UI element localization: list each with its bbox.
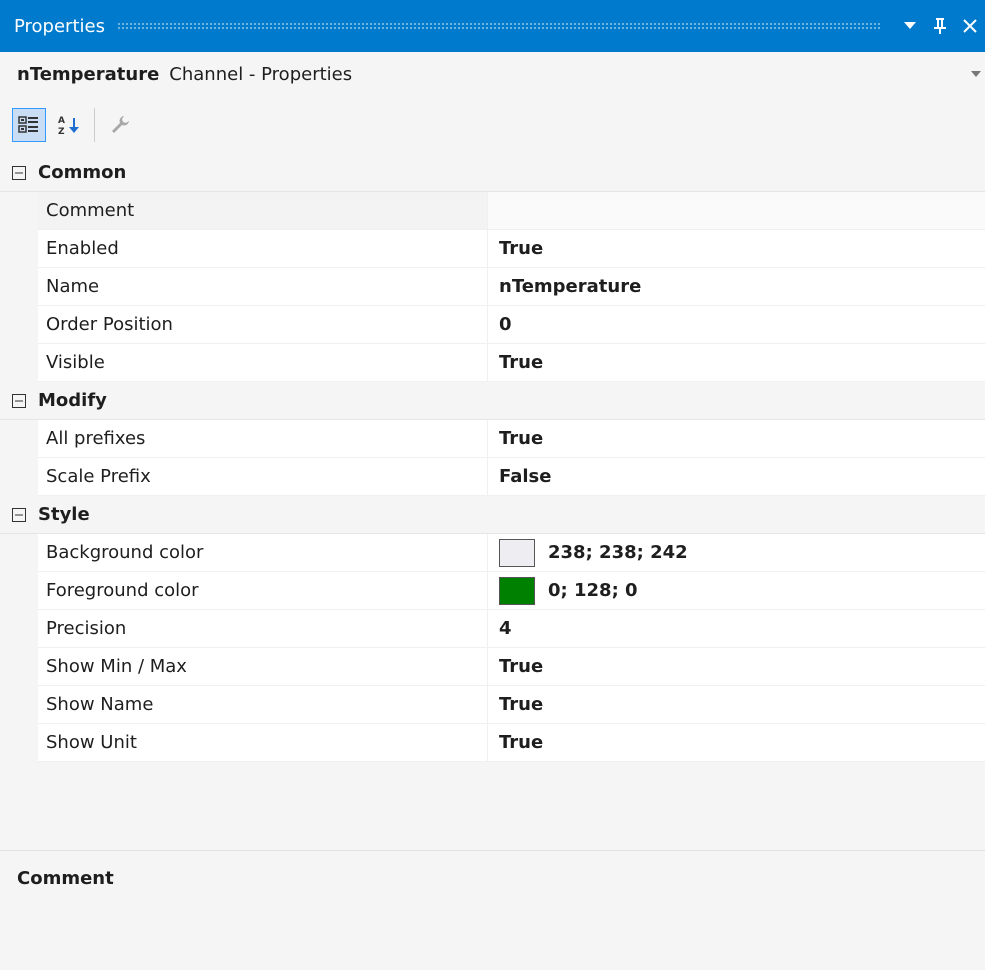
property-value-text: 238; 238; 242: [548, 542, 688, 563]
description-title: Comment: [17, 868, 114, 889]
property-value-text: True: [499, 238, 544, 259]
property-row-background-color[interactable]: Background color 238; 238; 242: [0, 534, 985, 572]
property-value[interactable]: True: [488, 344, 985, 382]
close-icon[interactable]: [955, 11, 985, 41]
row-gutter: [0, 648, 38, 686]
property-name: Foreground color: [38, 572, 488, 610]
svg-text:Z: Z: [58, 127, 65, 136]
property-pages-button[interactable]: [103, 108, 137, 142]
property-name: Background color: [38, 534, 488, 572]
property-value[interactable]: True: [488, 648, 985, 686]
property-value-text: True: [499, 352, 544, 373]
property-row-name[interactable]: Name nTemperature: [0, 268, 985, 306]
property-row-precision[interactable]: Precision 4: [0, 610, 985, 648]
property-value-text: 4: [499, 618, 512, 639]
property-name: Show Min / Max: [38, 648, 488, 686]
property-row-show-unit[interactable]: Show Unit True: [0, 724, 985, 762]
categorized-icon: [18, 116, 38, 133]
row-gutter: [0, 724, 38, 762]
row-gutter: [0, 572, 38, 610]
alphabetical-view-button[interactable]: A Z: [52, 108, 86, 142]
description-panel: Comment: [0, 852, 985, 970]
row-gutter: [0, 420, 38, 458]
row-gutter: [0, 306, 38, 344]
property-value[interactable]: 0; 128; 0: [488, 572, 985, 610]
grid-empty-area: [0, 762, 985, 851]
wrench-icon: [112, 116, 129, 133]
property-value-text: True: [499, 428, 544, 449]
pin-icon[interactable]: [925, 11, 955, 41]
row-gutter: [0, 686, 38, 724]
collapse-icon[interactable]: [0, 507, 38, 522]
property-name: Order Position: [38, 306, 488, 344]
property-row-visible[interactable]: Visible True: [0, 344, 985, 382]
property-value-text: nTemperature: [499, 276, 642, 297]
property-name: All prefixes: [38, 420, 488, 458]
color-swatch: [499, 538, 535, 567]
property-value-text: False: [499, 466, 552, 487]
property-value[interactable]: True: [488, 230, 985, 268]
property-row-show-name[interactable]: Show Name True: [0, 686, 985, 724]
property-value[interactable]: True: [488, 686, 985, 724]
row-gutter: [0, 458, 38, 496]
property-value-text: True: [499, 656, 544, 677]
property-value[interactable]: True: [488, 420, 985, 458]
property-name: Name: [38, 268, 488, 306]
property-value-text: True: [499, 732, 544, 753]
category-label: Style: [38, 504, 90, 525]
category-style[interactable]: Style: [0, 496, 985, 534]
property-value[interactable]: [488, 192, 985, 230]
row-gutter: [0, 534, 38, 572]
row-gutter: [0, 268, 38, 306]
property-row-enabled[interactable]: Enabled True: [0, 230, 985, 268]
row-gutter: [0, 610, 38, 648]
toolbar-separator: [94, 108, 95, 142]
sort-alphabetical-icon: A Z: [58, 116, 79, 136]
object-name: nTemperature: [17, 63, 160, 85]
property-value[interactable]: 238; 238; 242: [488, 534, 985, 572]
object-selector[interactable]: nTemperature Channel - Properties: [0, 52, 985, 96]
chevron-down-icon[interactable]: [971, 64, 985, 84]
color-swatch: [499, 576, 535, 605]
property-value-text: 0: [499, 314, 512, 335]
row-gutter: [0, 344, 38, 382]
property-name: Enabled: [38, 230, 488, 268]
collapse-icon[interactable]: [0, 165, 38, 180]
object-type: Channel - Properties: [169, 63, 353, 85]
category-label: Common: [38, 162, 127, 183]
categorized-view-button[interactable]: [12, 108, 46, 142]
property-row-comment[interactable]: Comment: [0, 192, 985, 230]
property-row-foreground-color[interactable]: Foreground color 0; 128; 0: [0, 572, 985, 610]
collapse-icon[interactable]: [0, 393, 38, 408]
property-row-show-min-max[interactable]: Show Min / Max True: [0, 648, 985, 686]
window-menu-dropdown-icon[interactable]: [895, 11, 925, 41]
property-value-text: True: [499, 694, 544, 715]
property-value[interactable]: 0: [488, 306, 985, 344]
category-common[interactable]: Common: [0, 154, 985, 192]
property-value[interactable]: False: [488, 458, 985, 496]
property-value[interactable]: nTemperature: [488, 268, 985, 306]
category-label: Modify: [38, 390, 107, 411]
property-value[interactable]: 4: [488, 610, 985, 648]
property-name: Visible: [38, 344, 488, 382]
title-bar[interactable]: Properties: [0, 0, 985, 52]
window-title: Properties: [14, 15, 105, 37]
property-value[interactable]: True: [488, 724, 985, 762]
properties-toolbar: A Z: [0, 96, 985, 154]
property-row-all-prefixes[interactable]: All prefixes True: [0, 420, 985, 458]
property-name: Precision: [38, 610, 488, 648]
property-value-text: 0; 128; 0: [548, 580, 638, 601]
property-name: Show Unit: [38, 724, 488, 762]
row-gutter: [0, 230, 38, 268]
row-gutter: [0, 192, 38, 230]
property-row-order-position[interactable]: Order Position 0: [0, 306, 985, 344]
category-modify[interactable]: Modify: [0, 382, 985, 420]
property-name: Show Name: [38, 686, 488, 724]
property-name: Comment: [38, 192, 488, 230]
property-row-scale-prefix[interactable]: Scale Prefix False: [0, 458, 985, 496]
property-name: Scale Prefix: [38, 458, 488, 496]
property-grid: Common Comment Enabled True Name nTemperature…: [0, 154, 985, 762]
drag-grip[interactable]: [116, 21, 881, 31]
svg-text:A: A: [58, 116, 65, 126]
